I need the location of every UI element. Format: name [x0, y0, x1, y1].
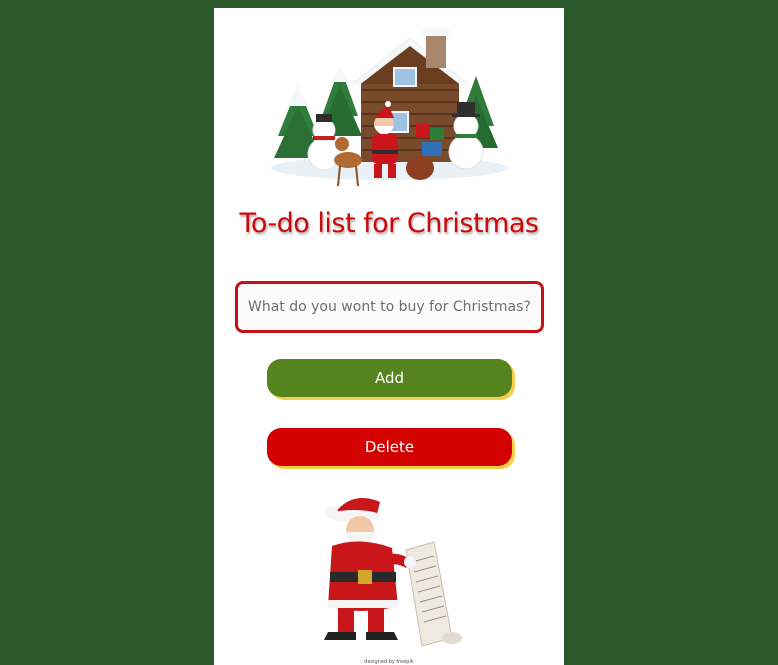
add-button[interactable]: Add: [267, 359, 512, 397]
todo-card: To-do list for Christmas Add Delete: [214, 8, 564, 665]
delete-button[interactable]: Delete: [267, 428, 512, 466]
page-title: To-do list for Christmas: [239, 208, 540, 239]
gift-input[interactable]: [235, 281, 544, 333]
christmas-hero-image: [271, 28, 507, 187]
image-credit: designed by freepik: [364, 659, 414, 665]
santa-list-image: [324, 498, 462, 647]
